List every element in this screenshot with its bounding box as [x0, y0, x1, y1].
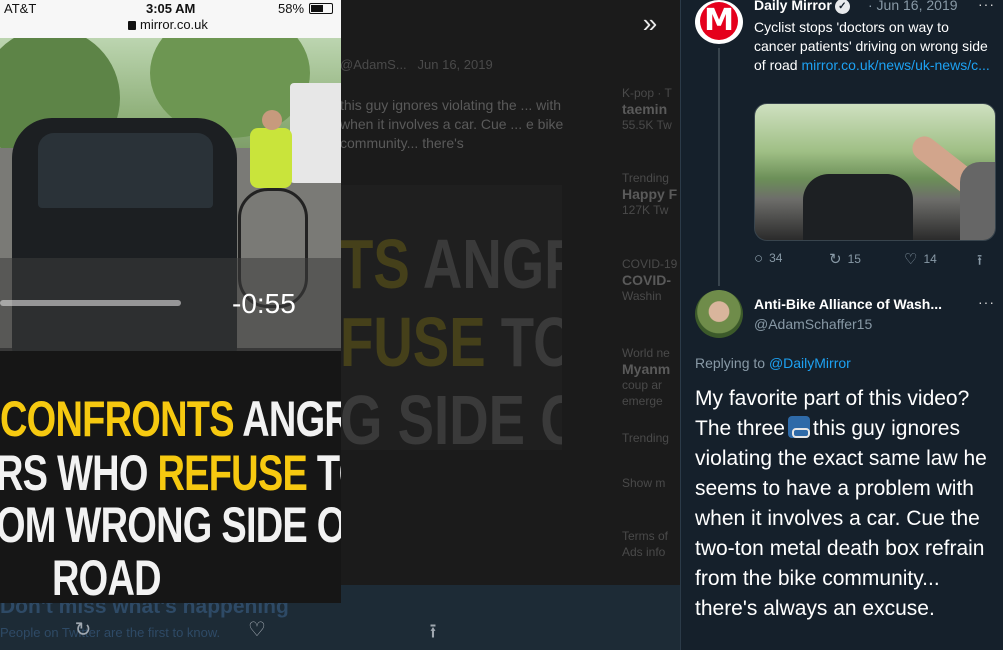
- reply-author-name[interactable]: Anti-Bike Alliance of Wash...: [754, 296, 942, 312]
- article-link[interactable]: mirror.co.uk/news/uk-news/c...: [801, 57, 989, 73]
- video-remaining-time: -0:55: [232, 288, 296, 319]
- thread-connector: [718, 48, 720, 286]
- trend-item[interactable]: World ne Myanm coup ar emerge: [622, 345, 682, 409]
- trend-item[interactable]: K-pop · Ttaemin 55.5K Tw: [622, 85, 682, 133]
- banner-subtitle: People on Twitter are the first to know.: [0, 625, 221, 640]
- headline-line-4: ROAD: [52, 550, 162, 603]
- replying-to-link[interactable]: @DailyMirror: [769, 355, 851, 371]
- tweet-media-image[interactable]: [754, 103, 996, 241]
- background-tweet-image: TS ANGR FUSE TO G SIDE O: [340, 185, 562, 450]
- address-bar[interactable]: mirror.co.uk: [128, 17, 208, 32]
- trend-item[interactable]: Trending Happy F 127K Tw: [622, 170, 682, 218]
- more-options-icon[interactable]: ···: [978, 0, 995, 12]
- headline-line-2: RS WHO REFUSE TO: [0, 445, 341, 501]
- carrier-label: AT&T: [4, 1, 37, 16]
- author-name[interactable]: Daily Mirror ✓: [754, 0, 850, 14]
- headline-line-1: CONFRONTS ANGR: [0, 391, 341, 447]
- reply-author-handle[interactable]: @AdamSchaffer15: [754, 316, 872, 332]
- like-button[interactable]: ♡ 14: [904, 250, 937, 270]
- lock-icon: [128, 21, 136, 30]
- battery-icon: [309, 3, 333, 14]
- user-avatar[interactable]: [695, 290, 743, 338]
- retweet-button[interactable]: ↻ 15: [829, 250, 861, 270]
- trend-item[interactable]: COVID-19 COVID- Washin: [622, 256, 682, 304]
- share-icon[interactable]: ⭱: [421, 617, 445, 643]
- verified-icon: ✓: [834, 0, 850, 14]
- reply-icon: ○: [754, 250, 764, 267]
- retweet-icon[interactable]: ↻: [71, 617, 95, 641]
- expand-icon[interactable]: »: [636, 10, 664, 38]
- replying-to: Replying to @DailyMirror: [695, 355, 851, 371]
- background-tweet-date: Jun 16, 2019: [417, 57, 493, 72]
- background-tweet: @AdamS... Jun 16, 2019 this guy ignores …: [340, 55, 570, 153]
- original-tweet-text: Cyclist stops 'doctors on way to cancer …: [754, 19, 990, 73]
- share-button[interactable]: ⭱: [977, 250, 988, 270]
- tweet-detail-panel: M Daily Mirror ✓ · Jun 16, 2019 ··· Cycli…: [680, 0, 1003, 650]
- reply-tweet-text: My favorite part of this video? The thre…: [695, 387, 987, 620]
- share-icon: ⭱: [977, 252, 983, 269]
- battery-percent: 58%: [278, 1, 305, 16]
- phone-screenshot: AT&T 3:05 AM 58% mirror.co.uk -0:55 CONF…: [0, 0, 341, 603]
- daily-mirror-avatar[interactable]: M: [695, 0, 743, 44]
- trend-item[interactable]: Trending: [622, 430, 682, 446]
- tweet-date[interactable]: · Jun 16, 2019: [868, 0, 958, 13]
- article-headline-image: CONFRONTS ANGR RS WHO REFUSE TO OM WRONG…: [0, 351, 341, 603]
- retweet-icon: ↻: [829, 251, 842, 268]
- reply-button[interactable]: ○ 34: [754, 250, 782, 270]
- background-tweet-handle: @AdamS...: [340, 57, 407, 72]
- heart-icon: ♡: [904, 251, 918, 268]
- video-progress-bar[interactable]: [0, 300, 181, 306]
- url-text: mirror.co.uk: [140, 17, 208, 32]
- like-icon[interactable]: ♡: [245, 617, 269, 641]
- background-tweet-text: this guy ignores violating the ... with …: [340, 97, 564, 151]
- show-more-link[interactable]: Show m: [622, 475, 682, 491]
- headline-line-3: OM WRONG SIDE O: [0, 497, 341, 553]
- video-player[interactable]: -0:55: [0, 38, 341, 351]
- status-time: 3:05 AM: [146, 1, 196, 16]
- cyclist-emoji-icon: [787, 416, 810, 438]
- footer-links[interactable]: Terms of Ads info: [622, 528, 682, 560]
- more-options-icon[interactable]: ···: [978, 294, 995, 310]
- ios-status-bar: AT&T 3:05 AM 58% mirror.co.uk: [0, 0, 341, 38]
